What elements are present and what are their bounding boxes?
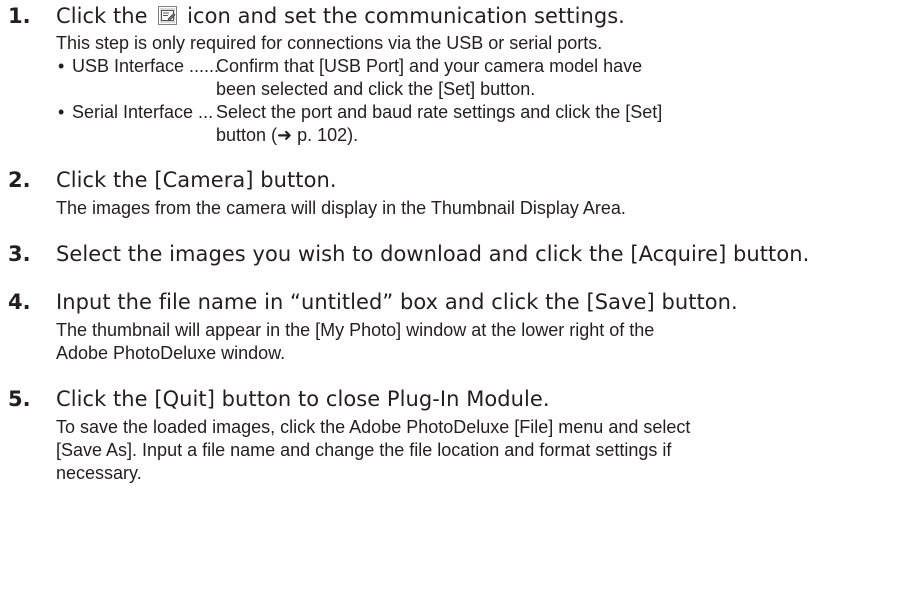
step-body-line: The thumbnail will appear in the [My Pho… <box>56 320 655 340</box>
step-2: 2. Click the [Camera] button. The images… <box>8 166 893 220</box>
step-body: This step is only required for connectio… <box>56 33 603 53</box>
step-body-line: necessary. <box>56 463 142 483</box>
step-heading: Select the images you wish to download a… <box>56 242 810 266</box>
step-body: The thumbnail will appear in the [My Pho… <box>56 319 893 365</box>
step-heading-text-continued: icon and set the communication settings. <box>187 4 625 28</box>
step-5: 5. Click the [Quit] button to close Plug… <box>8 385 893 485</box>
step-1: 1. Click the icon and set the communicat… <box>8 2 893 147</box>
step-body-line: Adobe PhotoDeluxe window. <box>56 343 286 363</box>
bullet-term: USB Interface ...... <box>72 56 220 76</box>
step-body-line: [Save As]. Input a file name and change … <box>56 440 672 460</box>
step-heading-text: Click the <box>56 4 148 28</box>
step-heading: Click the [Camera] button. <box>56 168 337 192</box>
bullet-description: Select the port and baud rate settings a… <box>216 102 663 145</box>
step-number: 1. <box>8 4 31 28</box>
communication-settings-icon <box>158 4 178 25</box>
step-number: 5. <box>8 387 31 411</box>
bullet-list: • USB Interface ...... Confirm that [USB… <box>56 55 893 147</box>
step-3: 3. Select the images you wish to downloa… <box>8 240 893 268</box>
step-body: To save the loaded images, click the Ado… <box>56 416 893 485</box>
bullet-term: Serial Interface ... <box>72 102 214 122</box>
step-heading: Click the icon and set the communication… <box>56 2 893 30</box>
instruction-page: 1. Click the icon and set the communicat… <box>8 2 893 485</box>
bullet-description: Confirm that [USB Port] and your camera … <box>216 56 643 99</box>
list-item: • Serial Interface ... Select the port a… <box>56 101 893 147</box>
step-number: 3. <box>8 242 31 266</box>
step-number: 4. <box>8 290 31 314</box>
step-4: 4. Input the file name in “untitled” box… <box>8 288 893 365</box>
bullet-mark: • <box>58 102 65 122</box>
step-number: 2. <box>8 168 31 192</box>
step-body: The images from the camera will display … <box>56 198 626 218</box>
step-heading: Input the file name in “untitled” box an… <box>56 290 738 314</box>
step-body-line: To save the loaded images, click the Ado… <box>56 417 691 437</box>
step-heading: Click the [Quit] button to close Plug-In… <box>56 387 550 411</box>
bullet-mark: • <box>58 56 65 76</box>
list-item: • USB Interface ...... Confirm that [USB… <box>56 55 893 101</box>
